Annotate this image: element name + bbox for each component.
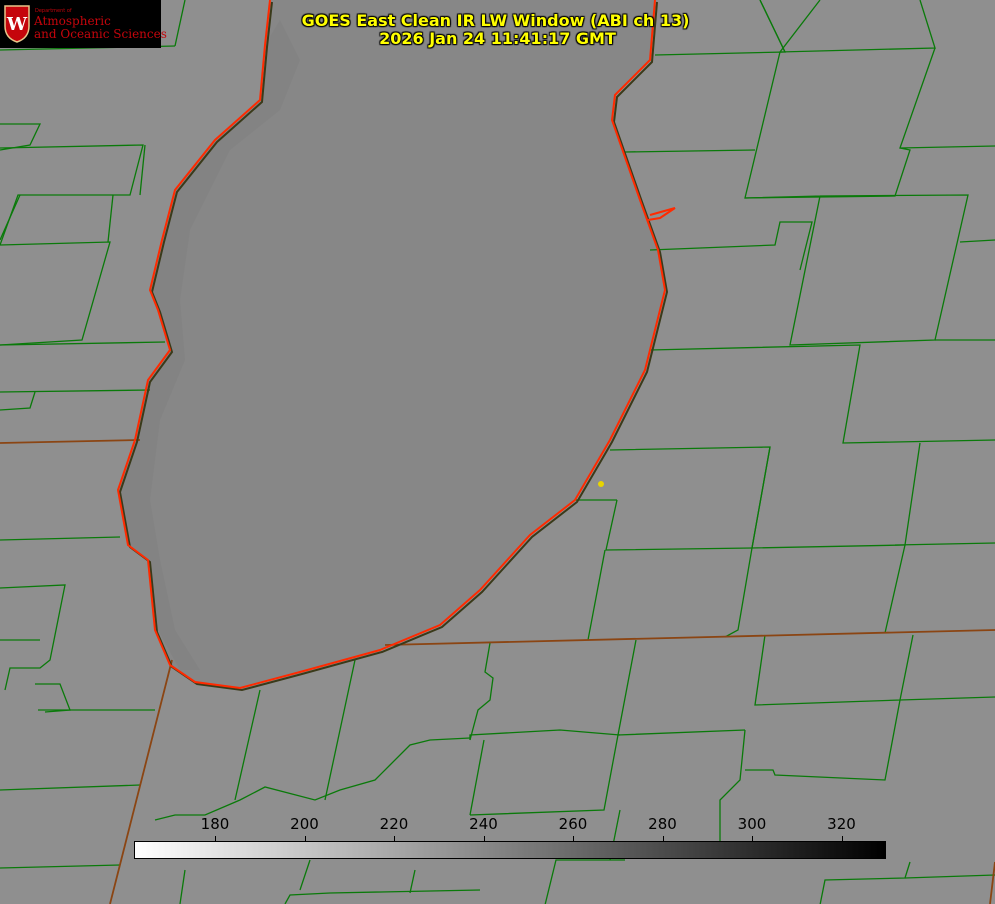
colorbar-tick-label: 320	[827, 815, 856, 833]
map-overlay	[0, 0, 995, 904]
colorbar-tick-label: 280	[648, 815, 677, 833]
colorbar-tick-label: 300	[737, 815, 767, 833]
colorbar-tick-label: 240	[469, 815, 498, 833]
satellite-map[interactable]	[0, 0, 995, 904]
location-marker[interactable]	[598, 481, 604, 487]
image-timestamp: 2026 Jan 24 11:41:17 GMT	[379, 29, 616, 48]
harbor-inlet	[647, 207, 676, 221]
colorbar-tick-label: 220	[379, 815, 409, 833]
image-title: GOES East Clean IR LW Window (ABI ch 13)	[301, 11, 690, 30]
colorbar-tick-label: 260	[558, 815, 588, 833]
colorbar	[134, 841, 886, 859]
colorbar-tick-label: 200	[290, 815, 319, 833]
colorbar-tick-label: 180	[200, 815, 230, 833]
lake-surface	[118, 0, 665, 688]
